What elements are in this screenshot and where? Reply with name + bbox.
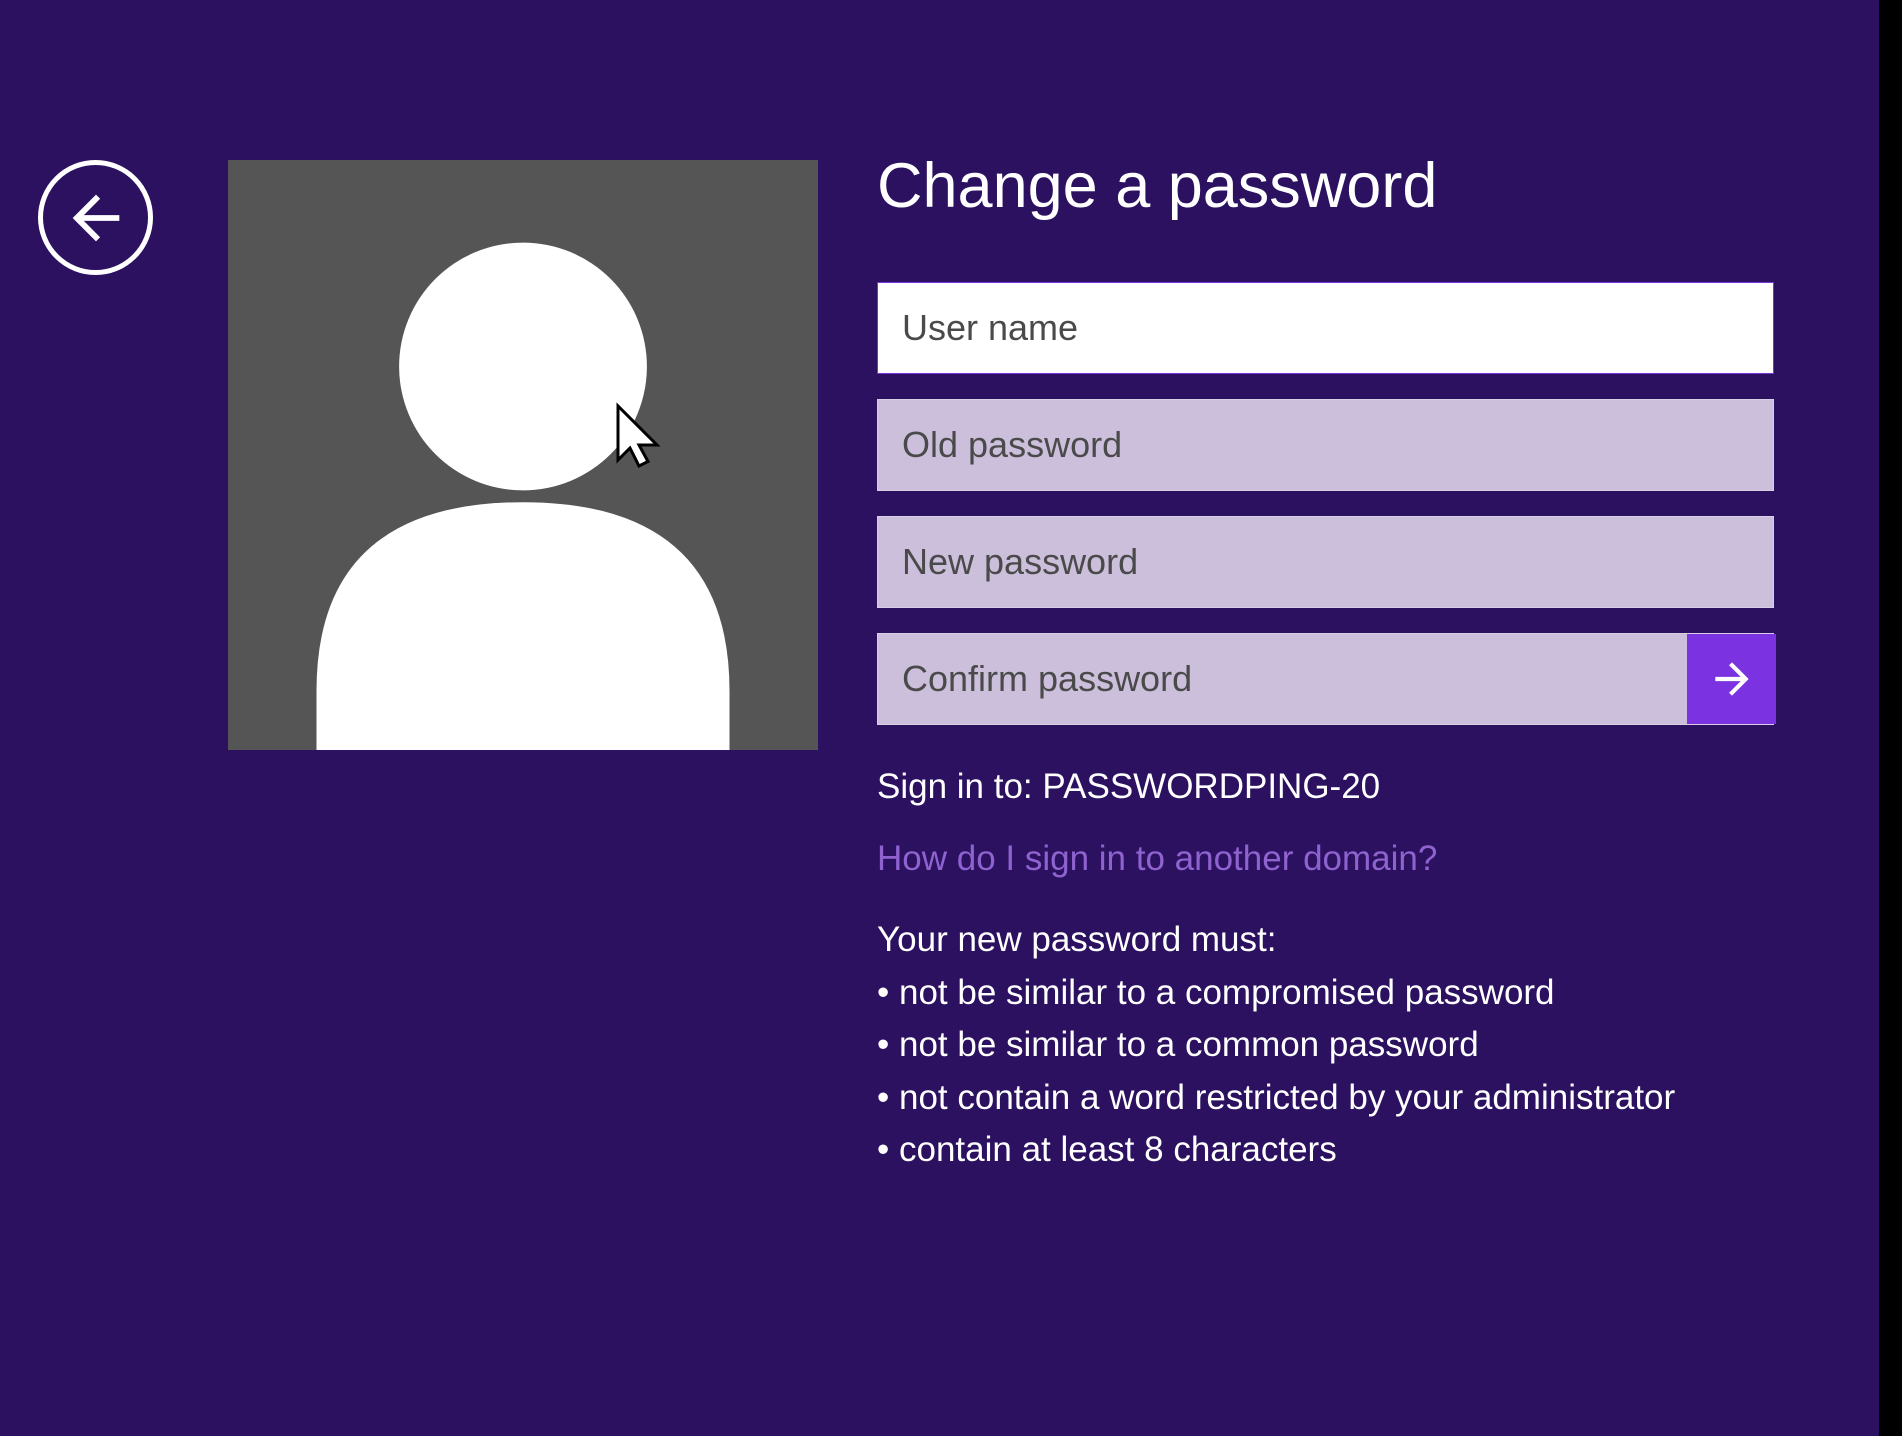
change-password-screen: Change a password Sign in to: PASSWORDPI… xyxy=(0,0,1883,1436)
submit-arrow-icon xyxy=(1707,654,1757,704)
new-password-input[interactable] xyxy=(877,516,1774,608)
requirements-item: • not contain a word restricted by your … xyxy=(877,1072,1777,1125)
requirements-item: • not be similar to a common password xyxy=(877,1019,1777,1072)
confirm-password-input[interactable] xyxy=(877,633,1774,725)
form-content: Change a password Sign in to: PASSWORDPI… xyxy=(877,150,1777,1177)
requirements-item: • not be similar to a compromised passwo… xyxy=(877,967,1777,1020)
new-password-input-group xyxy=(877,516,1777,608)
username-input[interactable] xyxy=(877,282,1774,374)
other-domain-help-link[interactable]: How do I sign in to another domain? xyxy=(877,839,1777,879)
requirements-item: • contain at least 8 characters xyxy=(877,1124,1777,1177)
back-arrow-icon xyxy=(61,183,131,253)
confirm-password-input-group xyxy=(877,633,1777,725)
password-requirements: Your new password must: • not be similar… xyxy=(877,914,1777,1177)
old-password-input-group xyxy=(877,399,1777,491)
user-avatar xyxy=(228,160,818,750)
submit-button[interactable] xyxy=(1687,634,1776,724)
requirements-heading: Your new password must: xyxy=(877,914,1777,967)
back-button[interactable] xyxy=(38,160,153,275)
page-title: Change a password xyxy=(877,150,1777,222)
user-avatar-icon xyxy=(228,160,818,750)
username-input-group xyxy=(877,282,1777,374)
old-password-input[interactable] xyxy=(877,399,1774,491)
sign-in-domain-label: Sign in to: PASSWORDPING-20 xyxy=(877,767,1777,807)
